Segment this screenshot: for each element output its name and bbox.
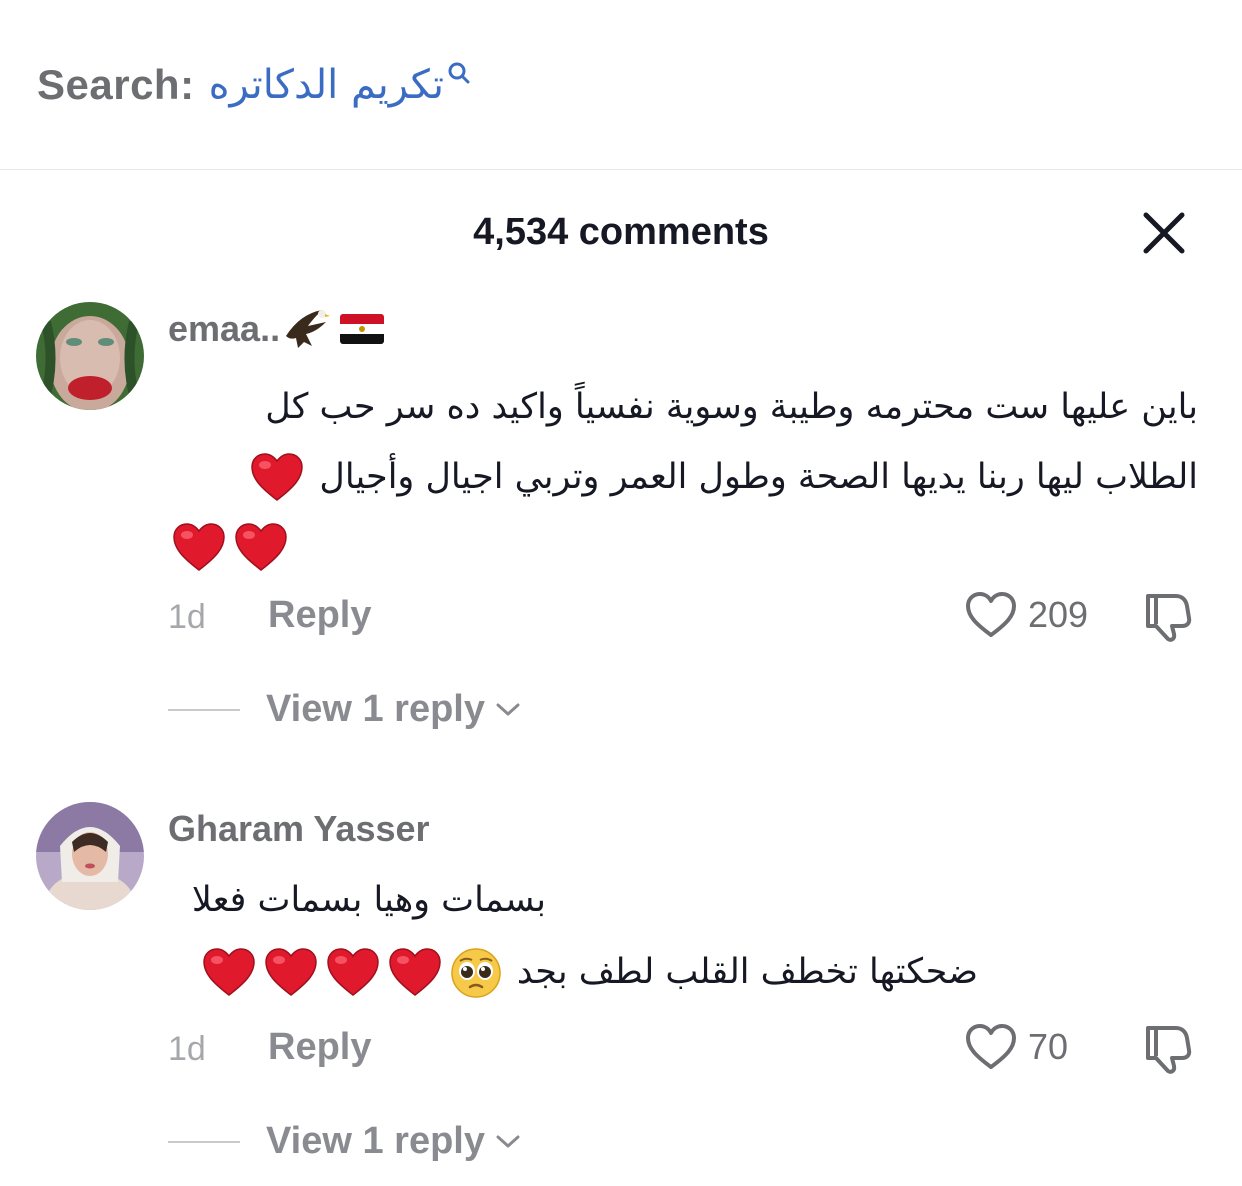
heart-outline-icon bbox=[964, 590, 1018, 640]
comment-text-line: ضحكتها تخطف القلب لطف بجد bbox=[168, 936, 1198, 1008]
comments-count-title: 4,534 comments bbox=[473, 211, 769, 253]
search-bar[interactable]: Search: تكريم الدكاتره bbox=[0, 0, 1242, 170]
comment-text-segment: ضحكتها تخطف القلب لطف بجد bbox=[516, 952, 978, 992]
red-heart-emoji bbox=[172, 523, 226, 573]
red-heart-emoji bbox=[234, 523, 288, 573]
red-heart-emoji bbox=[388, 948, 442, 998]
red-heart-emoji bbox=[250, 453, 304, 503]
username-text: Gharam Yasser bbox=[168, 808, 430, 849]
comment-username[interactable]: Gharam Yasser bbox=[168, 808, 430, 850]
dislike-icon[interactable] bbox=[1140, 588, 1196, 644]
comment-item: Gharam Yasser بسمات وهيا بسمات فعلا ضحكت… bbox=[0, 792, 1242, 1186]
egypt-flag-emoji bbox=[340, 314, 385, 344]
red-heart-emoji bbox=[202, 948, 256, 998]
comment-emoji-line bbox=[168, 512, 1198, 582]
comment-text: باين عليها ست محترمه وطيبة وسوية نفسياً … bbox=[168, 372, 1198, 582]
username-text: emaa.. bbox=[168, 308, 281, 349]
comment-text-line: الطلاب ليها ربنا يديها الصحة وطول العمر … bbox=[168, 442, 1198, 512]
chevron-down-icon bbox=[495, 700, 521, 720]
chevron-down-icon bbox=[495, 1132, 521, 1152]
eagle-emoji bbox=[286, 310, 331, 348]
like-count: 209 bbox=[1028, 594, 1089, 635]
view-replies-divider bbox=[168, 708, 240, 711]
comment-item: emaa.. باين عليها ست محترمه وطيبة وسوية … bbox=[0, 292, 1242, 762]
comment-text-line: باين عليها ست محترمه وطيبة وسوية نفسياً … bbox=[265, 387, 1198, 427]
red-heart-emoji bbox=[264, 948, 318, 998]
avatar[interactable] bbox=[36, 302, 144, 410]
close-icon[interactable] bbox=[1140, 209, 1188, 257]
comment-time: 1d bbox=[168, 1030, 206, 1068]
view-replies-button[interactable]: View 1 reply bbox=[168, 688, 521, 731]
search-icon bbox=[448, 62, 470, 84]
search-label: Search: bbox=[37, 61, 195, 108]
view-replies-divider bbox=[168, 1140, 240, 1143]
comment-text-segment: الطلاب ليها ربنا يديها الصحة وطول العمر … bbox=[319, 457, 1198, 497]
comment-actions: 1d Reply 209 bbox=[0, 588, 1242, 648]
like-button[interactable]: 209 bbox=[964, 590, 1088, 640]
comment-username[interactable]: emaa.. bbox=[168, 306, 385, 352]
heart-outline-icon bbox=[964, 1022, 1018, 1072]
comment-time: 1d bbox=[168, 598, 206, 636]
search-query[interactable]: تكريم الدكاتره bbox=[209, 58, 444, 112]
dislike-icon[interactable] bbox=[1140, 1020, 1196, 1076]
comment-actions: 1d Reply 70 bbox=[0, 1020, 1242, 1080]
pleading-face-emoji bbox=[450, 948, 501, 998]
like-button[interactable]: 70 bbox=[964, 1022, 1068, 1072]
view-replies-label: View 1 reply bbox=[266, 688, 485, 730]
search-text[interactable]: Search: تكريم الدكاتره bbox=[37, 58, 472, 112]
avatar-image bbox=[36, 802, 144, 910]
reply-button[interactable]: Reply bbox=[268, 594, 371, 637]
red-heart-emoji bbox=[326, 948, 380, 998]
reply-button[interactable]: Reply bbox=[268, 1026, 371, 1069]
like-count: 70 bbox=[1028, 1026, 1069, 1067]
view-replies-label: View 1 reply bbox=[266, 1120, 485, 1162]
avatar[interactable] bbox=[36, 802, 144, 910]
comment-text: بسمات وهيا بسمات فعلا ضحكتها تخطف القلب … bbox=[168, 864, 1198, 1008]
view-replies-button[interactable]: View 1 reply bbox=[168, 1120, 521, 1163]
comment-text-line: بسمات وهيا بسمات فعلا bbox=[191, 880, 546, 920]
avatar-image bbox=[36, 302, 144, 410]
comments-header: 4,534 comments bbox=[0, 171, 1242, 291]
